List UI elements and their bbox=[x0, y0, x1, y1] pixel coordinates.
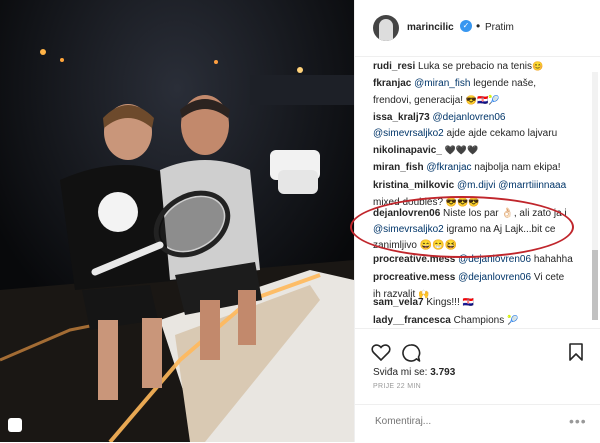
post-timestamp: PRIJE 22 MIN bbox=[373, 383, 421, 390]
comment-text: Kings!!! bbox=[426, 297, 463, 308]
comment-input[interactable] bbox=[373, 415, 557, 428]
comment-mention[interactable]: @miran_fish bbox=[414, 78, 470, 89]
comment-text: najbolja nam ekipa! bbox=[471, 162, 561, 173]
post-actions bbox=[355, 328, 600, 369]
highlight-ellipse bbox=[350, 196, 574, 258]
follow-button[interactable]: Pratim bbox=[485, 22, 514, 33]
comment-username[interactable]: miran_fish bbox=[373, 162, 424, 173]
comment-text: ajde ajde cekamo lajvaru bbox=[443, 128, 558, 139]
separator-dot: • bbox=[476, 19, 481, 33]
add-comment-bar: ••• bbox=[355, 404, 600, 443]
comment-text: legende naše, bbox=[470, 78, 537, 89]
comments-list[interactable]: rudi_resi Luka se prebacio na tenis😊 fkr… bbox=[355, 56, 591, 326]
comment-item: sam_vela7 Kings!!! 🇭🇷 bbox=[373, 294, 587, 311]
comment-username[interactable]: fkranjac bbox=[373, 78, 411, 89]
comment-item: rudi_resi Luka se prebacio na tenis😊 bbox=[373, 58, 587, 75]
comment-mention[interactable]: @dejanlovren06 bbox=[433, 112, 506, 123]
comment-emoji: 😎🇭🇷🎾 bbox=[465, 95, 500, 105]
comment-emoji: 😊 bbox=[532, 61, 544, 71]
more-options-icon[interactable]: ••• bbox=[569, 413, 587, 429]
verified-icon: ✓ bbox=[460, 20, 472, 32]
likes-count[interactable]: Sviđa mi se: 3.793 bbox=[373, 367, 455, 378]
comment-text: hahahha bbox=[531, 254, 573, 265]
comment-emoji: 🎾 bbox=[506, 315, 519, 325]
comment-item: fkranjac @miran_fish legende naše, frend… bbox=[373, 76, 587, 109]
comment-text: Champions bbox=[453, 315, 507, 326]
comment-mention[interactable]: @simevrsaljko2 bbox=[373, 128, 444, 139]
comment-username[interactable]: kristina_milkovic bbox=[373, 180, 454, 191]
bookmark-icon[interactable] bbox=[569, 343, 583, 361]
likes-number: 3.793 bbox=[430, 367, 456, 378]
comment-text: Luka se prebacio na tenis bbox=[418, 61, 532, 72]
comment-username[interactable]: nikolinapavic_ bbox=[373, 145, 442, 156]
comment-username[interactable]: rudi_resi bbox=[373, 61, 415, 72]
comment-username[interactable]: lady__francesca bbox=[373, 315, 451, 326]
author-username[interactable]: marincilic bbox=[407, 22, 454, 33]
comment-username[interactable]: procreative.mess bbox=[373, 272, 455, 283]
comment-mention[interactable]: @fkranjac bbox=[426, 162, 471, 173]
likes-label: Sviđa mi se: bbox=[373, 367, 431, 378]
comment-item: lady__francesca Champions 🎾 bbox=[373, 312, 587, 326]
comment-mention[interactable]: @dejanlovren06 bbox=[458, 272, 531, 283]
comment-item: issa_kralj73 @dejanlovren06 @simevrsaljk… bbox=[373, 110, 587, 142]
comment-icon[interactable] bbox=[401, 343, 421, 363]
avatar[interactable] bbox=[373, 15, 399, 41]
photo-badge-icon bbox=[8, 418, 22, 432]
comment-mention[interactable]: @m.dijvi bbox=[457, 180, 496, 191]
scrollbar-thumb[interactable] bbox=[592, 250, 598, 320]
post-header: marincilic ✓ • Pratim bbox=[355, 0, 600, 57]
comment-text: Vi cete bbox=[531, 272, 565, 283]
comment-text: frendovi, generacija! bbox=[373, 95, 464, 106]
comment-emoji: 🇭🇷 bbox=[462, 297, 474, 307]
comment-item: nikolinapavic_ 🖤🖤🖤 bbox=[373, 142, 587, 159]
comment-username[interactable]: issa_kralj73 bbox=[373, 112, 430, 123]
comment-mention[interactable]: @marrtiiinnaaa bbox=[498, 180, 566, 191]
comment-username[interactable]: sam_vela7 bbox=[373, 297, 424, 308]
comment-emoji: 🖤🖤🖤 bbox=[444, 145, 479, 155]
heart-icon[interactable] bbox=[371, 343, 391, 361]
photo-illustration bbox=[0, 0, 354, 442]
post-photo[interactable] bbox=[0, 0, 354, 442]
comment-item: miran_fish @fkranjac najbolja nam ekipa! bbox=[373, 160, 587, 176]
